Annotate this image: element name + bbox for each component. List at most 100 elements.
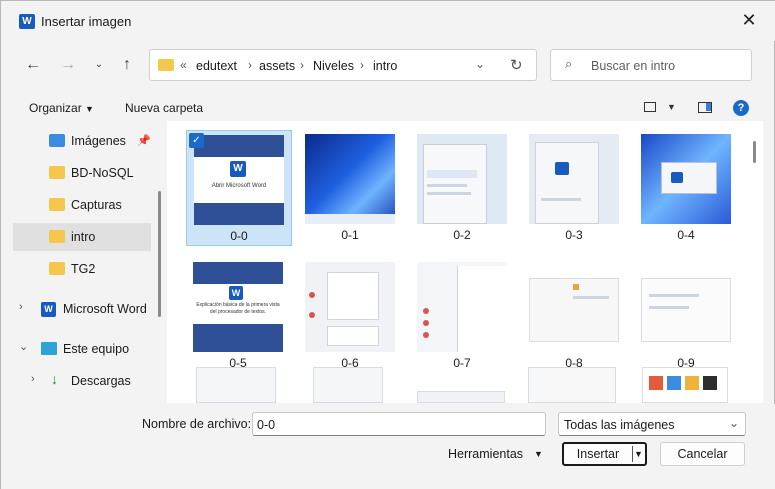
thumbnail: W Explicación básica de la primera vista… — [193, 262, 283, 352]
file-tile-0-0[interactable]: W Abrir Microsoft Word ✓ 0-0 — [186, 130, 292, 246]
sidebar-item-label: TG2 — [71, 262, 96, 276]
chevron-down-icon[interactable]: ⌄ — [475, 57, 485, 71]
chevron-right-icon[interactable]: › — [19, 301, 23, 313]
thumbnail-partial[interactable] — [313, 367, 383, 403]
thumbnail-dot — [309, 312, 315, 318]
thumbnail — [529, 262, 619, 352]
thumbnail-panel — [327, 326, 379, 346]
thumbnail — [305, 134, 395, 224]
file-tile-0-7[interactable]: 0-7 — [410, 258, 516, 374]
chevron-down-icon: ⌄ — [729, 416, 740, 430]
insert-button[interactable]: Insertar ▼ — [562, 442, 647, 466]
breadcrumb-edutext[interactable]: edutext — [196, 59, 237, 73]
sidebar-item-descargas[interactable]: › ↓ Descargas — [13, 367, 151, 395]
breadcrumb-niveles[interactable]: Niveles — [313, 59, 354, 73]
view-mode-icon[interactable] — [644, 102, 656, 112]
refresh-icon[interactable]: ↻ — [510, 56, 523, 74]
cancel-button[interactable]: Cancelar — [660, 442, 745, 466]
folder-icon — [49, 198, 65, 211]
chevron-right-icon: › — [248, 58, 252, 72]
preview-pane-icon[interactable] — [698, 102, 712, 113]
word-icon: W — [41, 302, 56, 317]
filename-value: 0-0 — [257, 418, 276, 432]
word-icon: W — [229, 286, 243, 300]
filename-label: Nombre de archivo: — [142, 417, 252, 431]
insert-label: Insertar — [576, 447, 620, 461]
sidebar-scrollbar[interactable] — [158, 191, 161, 317]
thumbnail — [641, 134, 731, 224]
sidebar-item-este-equipo[interactable]: ⌄ Este equipo — [13, 335, 151, 363]
file-name: 0-3 — [565, 228, 583, 242]
file-tile-0-3[interactable]: 0-3 — [522, 130, 628, 246]
file-tile-0-6[interactable]: 0-6 — [298, 258, 404, 374]
sidebar-item-label: Este equipo — [63, 342, 130, 356]
file-grid: W Abrir Microsoft Word ✓ 0-0 0-1 0-2 0-3… — [167, 121, 763, 403]
help-icon[interactable]: ? — [733, 100, 749, 116]
breadcrumb-assets[interactable]: assets — [259, 59, 295, 73]
thumbnail-swatch — [685, 376, 699, 390]
pin-icon[interactable]: 📌 — [137, 134, 151, 147]
thumbnail-dot — [423, 332, 429, 338]
file-name: 0-1 — [341, 228, 359, 242]
content-scrollbar[interactable] — [753, 141, 756, 163]
sidebar-item-capturas[interactable]: Capturas — [13, 191, 151, 219]
sidebar-item-label: Capturas — [71, 198, 122, 212]
file-tile-0-2[interactable]: 0-2 — [410, 130, 516, 246]
thumbnail-window — [661, 162, 717, 194]
tools-button[interactable]: Herramientas — [448, 447, 523, 461]
sidebar-item-tg2[interactable]: TG2 — [13, 255, 151, 283]
chevron-right-icon[interactable]: › — [31, 373, 35, 385]
up-arrow-icon[interactable]: ↑ — [115, 53, 139, 77]
thumbnail-panel — [327, 272, 379, 320]
caret-down-icon[interactable]: ▼ — [667, 102, 676, 112]
thumbnail-partial[interactable] — [528, 367, 616, 403]
file-tile-0-1[interactable]: 0-1 — [298, 130, 404, 246]
close-icon[interactable]: ✕ — [739, 10, 759, 30]
recent-locations-icon[interactable]: ⌄ — [87, 53, 111, 77]
file-tile-0-9[interactable]: 0-9 — [634, 258, 740, 374]
sidebar-item-bd-nosql[interactable]: BD-NoSQL — [13, 159, 151, 187]
caret-down-icon: ▼ — [85, 104, 94, 114]
new-folder-button[interactable]: Nueva carpeta — [125, 101, 203, 115]
organize-button[interactable]: Organizar ▼ — [29, 101, 94, 115]
thumbnail-line — [427, 170, 477, 178]
file-type-select[interactable]: Todas las imágenes ⌄ — [558, 412, 746, 436]
file-tile-0-8[interactable]: 0-8 — [522, 258, 628, 374]
forward-arrow-icon[interactable]: → — [56, 53, 80, 77]
search-input[interactable]: ⌕ Buscar en intro — [550, 49, 752, 81]
organize-label: Organizar — [29, 101, 82, 115]
word-icon — [671, 172, 683, 183]
thumbnail-partial[interactable] — [417, 391, 505, 403]
filename-input[interactable]: 0-0 — [252, 412, 546, 436]
folder-icon — [158, 59, 174, 71]
checkbox-checked-icon[interactable]: ✓ — [189, 133, 204, 148]
preview-pane-fill — [706, 103, 711, 111]
sidebar-item-imagenes[interactable]: Imágenes 📌 — [13, 127, 151, 155]
sidebar-item-label: intro — [71, 230, 96, 244]
pictures-icon — [49, 134, 65, 147]
thumbnail — [417, 134, 507, 224]
thumbnail-partial[interactable] — [642, 367, 728, 403]
sidebar-item-intro[interactable]: intro — [13, 223, 151, 251]
thumbnail-line — [427, 192, 471, 195]
file-tile-0-5[interactable]: W Explicación básica de la primera vista… — [186, 258, 292, 374]
thumbnail-dot — [423, 308, 429, 314]
thumbnail-line — [649, 306, 689, 309]
breadcrumb-intro[interactable]: intro — [373, 59, 397, 73]
thumbnail-line — [541, 198, 581, 201]
file-type-value: Todas las imágenes — [564, 418, 675, 432]
thumbnail-logo — [573, 284, 579, 290]
caret-down-icon[interactable]: ▼ — [534, 449, 543, 459]
computer-icon — [41, 342, 57, 355]
insert-image-dialog: W Insertar imagen ✕ ← → ⌄ ↑ « edutext › … — [0, 0, 775, 489]
tools-label: Herramientas — [448, 447, 524, 461]
back-arrow-icon[interactable]: ← — [21, 53, 45, 77]
folder-icon — [49, 230, 65, 243]
thumbnail-partial[interactable] — [196, 367, 276, 403]
thumbnail — [305, 262, 395, 352]
sidebar-item-microsoft-word[interactable]: › W Microsoft Word — [13, 295, 151, 323]
caret-down-icon[interactable]: ▼ — [634, 444, 643, 464]
file-tile-0-4[interactable]: 0-4 — [634, 130, 740, 246]
address-bar[interactable]: « edutext › assets › Niveles › intro ⌄ ↻ — [149, 49, 537, 81]
chevron-down-icon[interactable]: ⌄ — [19, 340, 28, 353]
